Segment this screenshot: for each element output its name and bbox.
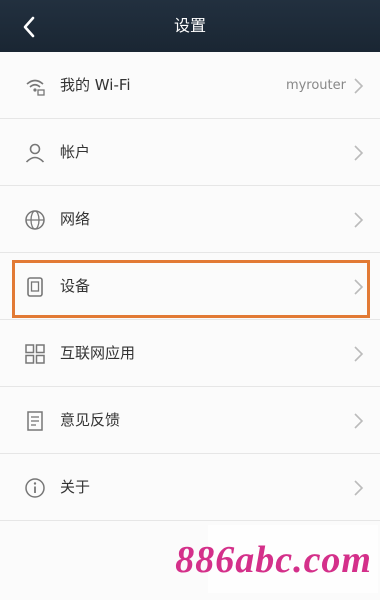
wifi-lock-icon bbox=[24, 75, 46, 97]
settings-item-label: 关于 bbox=[60, 478, 91, 496]
settings-item-wifi[interactable]: 我的 Wi-Fi myrouter bbox=[0, 52, 380, 119]
chevron-right-icon bbox=[354, 346, 364, 362]
globe-icon bbox=[24, 209, 46, 231]
settings-item-label: 互联网应用 bbox=[60, 344, 136, 362]
settings-item-about[interactable]: 关于 bbox=[0, 454, 380, 521]
document-icon bbox=[24, 410, 46, 432]
settings-item-account[interactable]: 帐户 bbox=[0, 119, 380, 186]
settings-item-label: 意见反馈 bbox=[60, 411, 121, 429]
chevron-right-icon bbox=[354, 279, 364, 295]
chevron-right-icon bbox=[354, 212, 364, 228]
settings-item-label: 我的 Wi-Fi bbox=[60, 76, 131, 94]
settings-item-device[interactable]: 设备 bbox=[0, 253, 380, 320]
user-icon bbox=[24, 142, 46, 164]
chevron-right-icon bbox=[354, 145, 364, 161]
device-icon bbox=[24, 276, 46, 298]
wifi-name-value: myrouter bbox=[285, 78, 346, 93]
chevron-right-icon bbox=[354, 78, 364, 94]
settings-item-feedback[interactable]: 意见反馈 bbox=[0, 387, 380, 454]
app-header: 设置 bbox=[0, 0, 380, 52]
watermark-logo: 886abc.com bbox=[175, 539, 372, 581]
settings-list: 我的 Wi-Fi myrouter 帐户 网络 设备 互联网应用 意见反馈 关于 bbox=[0, 52, 380, 521]
chevron-right-icon bbox=[354, 480, 364, 496]
info-icon bbox=[24, 477, 46, 499]
settings-item-label: 帐户 bbox=[60, 143, 91, 161]
page-title: 设置 bbox=[173, 16, 206, 35]
settings-item-internet-apps[interactable]: 互联网应用 bbox=[0, 320, 380, 387]
grid-icon bbox=[24, 343, 46, 365]
settings-item-label: 设备 bbox=[60, 277, 91, 295]
settings-item-label: 网络 bbox=[60, 210, 91, 228]
chevron-right-icon bbox=[354, 413, 364, 429]
settings-item-network[interactable]: 网络 bbox=[0, 186, 380, 253]
